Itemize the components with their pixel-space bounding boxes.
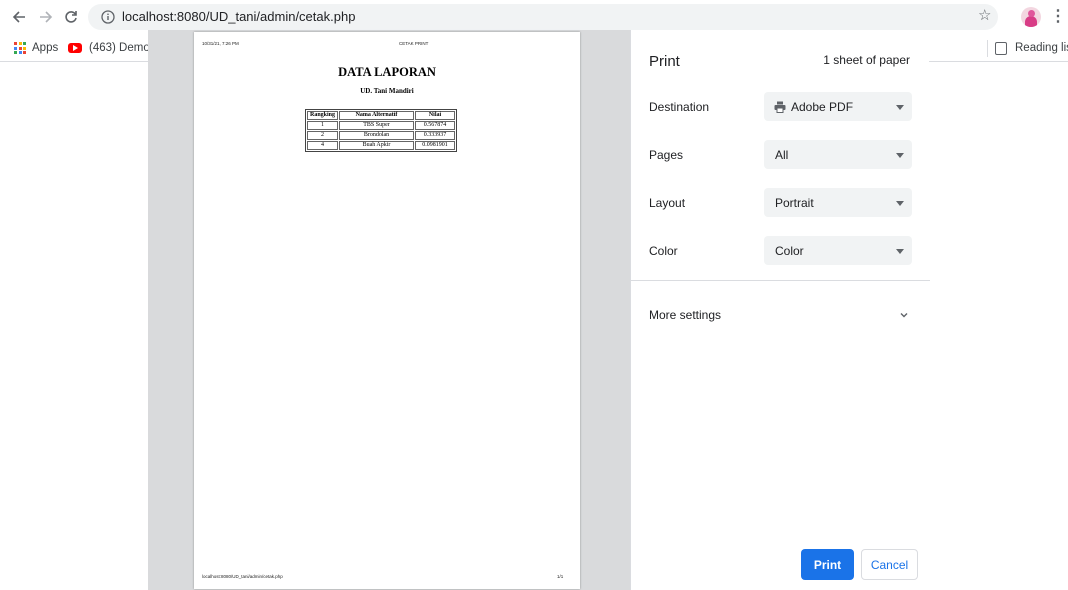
forward-arrow-icon[interactable]	[35, 6, 57, 28]
sheet-count: 1 sheet of paper	[823, 53, 910, 67]
settings-divider	[631, 280, 930, 281]
table-row: 4 Buah Apkir 0.0981901	[307, 141, 456, 150]
dropdown-caret-icon	[896, 249, 904, 254]
reading-list-label: Reading list	[1015, 42, 1068, 54]
page-header-date: 10/31/21, 7:26 PM	[202, 41, 239, 46]
apps-grid-icon	[14, 42, 26, 54]
table-header-row: Rangking Nama Alternatif Nilai	[307, 111, 456, 120]
reading-list-icon	[995, 41, 1007, 55]
reading-list-button[interactable]: Reading list	[995, 39, 1068, 57]
chevron-down-icon[interactable]	[899, 307, 909, 325]
bookmark-apps-label: Apps	[32, 42, 59, 54]
page-footer-url: localhost:8080/UD_tani/admin/cetak.php	[202, 574, 283, 579]
column-header: Nama Alternatif	[339, 111, 415, 120]
profile-avatar[interactable]	[1021, 7, 1041, 27]
print-preview-page: 10/31/21, 7:26 PM CETAK PRINT DATA LAPOR…	[194, 32, 580, 589]
table-cell: 0.333937	[415, 131, 456, 140]
address-bar[interactable]: localhost:8080/UD_tani/admin/cetak.php	[88, 4, 998, 30]
pages-value: All	[775, 148, 789, 162]
pages-label: Pages	[649, 148, 684, 162]
cancel-button[interactable]: Cancel	[861, 549, 918, 580]
url-path: :8080/UD_tani/admin/cetak.php	[173, 9, 356, 24]
destination-label: Destination	[649, 100, 710, 114]
color-label: Color	[649, 244, 678, 258]
color-select[interactable]: Color	[764, 236, 912, 265]
dropdown-caret-icon	[896, 153, 904, 158]
menu-icon[interactable]: ⋮	[1050, 6, 1066, 26]
reload-icon[interactable]	[60, 6, 82, 28]
print-settings-panel: Print 1 sheet of paper Destination Adobe…	[630, 30, 930, 590]
layout-value: Portrait	[775, 196, 814, 210]
page-header-title: CETAK PRINT	[399, 41, 429, 46]
print-button[interactable]: Print	[801, 549, 854, 580]
back-arrow-icon[interactable]	[8, 6, 30, 28]
table-cell: Brondolan	[339, 131, 415, 140]
bookmark-apps[interactable]: Apps	[14, 39, 58, 57]
table-cell: 2	[307, 131, 339, 140]
printer-icon	[774, 100, 786, 118]
layout-label: Layout	[649, 196, 686, 210]
page-background	[929, 62, 1068, 590]
document-title: DATA LAPORAN	[338, 65, 436, 79]
color-value: Color	[775, 244, 804, 258]
dropdown-caret-icon	[896, 201, 904, 206]
dropdown-caret-icon	[896, 105, 904, 110]
table-cell: TBS Super	[339, 121, 415, 130]
column-header: Nilai	[415, 111, 456, 120]
table-row: 1 TBS Super 0.567874	[307, 121, 456, 130]
layout-select[interactable]: Portrait	[764, 188, 912, 217]
column-header: Rangking	[307, 111, 339, 120]
url-host: localhost	[122, 9, 174, 24]
table-cell: 0.0981901	[415, 141, 456, 150]
table-cell: 1	[307, 121, 339, 130]
print-panel-title: Print	[649, 53, 680, 70]
bookmarks-divider	[987, 40, 988, 57]
url-text: localhost:8080/UD_tani/admin/cetak.php	[122, 9, 355, 24]
pages-select[interactable]: All	[764, 140, 912, 169]
browser-toolbar: localhost:8080/UD_tani/admin/cetak.php ☆…	[0, 0, 1068, 34]
destination-value: Adobe PDF	[791, 100, 854, 114]
bookmark-star-icon[interactable]: ☆	[978, 6, 991, 24]
table-cell: 0.567874	[415, 121, 456, 130]
more-settings-toggle[interactable]: More settings	[649, 308, 721, 322]
info-icon[interactable]	[98, 7, 118, 27]
document-subtitle: UD. Tani Mandiri	[360, 87, 414, 95]
destination-select[interactable]: Adobe PDF	[764, 92, 912, 121]
page-footer-number: 1/1	[557, 574, 564, 579]
table-row: 2 Brondolan 0.333937	[307, 131, 456, 140]
report-table: Rangking Nama Alternatif Nilai 1 TBS Sup…	[305, 109, 458, 152]
table-cell: 4	[307, 141, 339, 150]
table-cell: Buah Apkir	[339, 141, 415, 150]
youtube-icon	[68, 43, 82, 53]
